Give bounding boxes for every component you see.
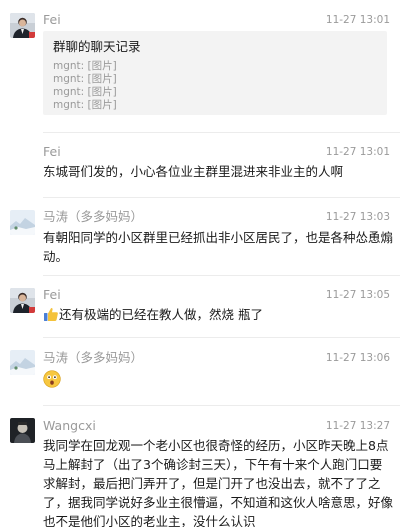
message-time: 11-27 13:01 xyxy=(325,14,390,26)
chat-record-card[interactable]: 群聊的聊天记录 mgnt: [图片] mgnt: [图片] mgnt: [图片]… xyxy=(43,31,387,115)
sender-name[interactable]: 马涛（多多妈妈） xyxy=(43,209,143,225)
message-time: 11-27 13:27 xyxy=(325,420,390,432)
card-line: mgnt: [图片] xyxy=(53,86,117,98)
message-time: 11-27 13:03 xyxy=(325,211,390,223)
astonished-face-icon xyxy=(43,370,61,388)
sender-name[interactable]: Wangcxi xyxy=(43,418,96,434)
message-time: 11-27 13:06 xyxy=(325,352,390,364)
matao-avatar[interactable] xyxy=(10,350,35,375)
wangcxi-avatar[interactable] xyxy=(10,418,35,443)
matao-avatar[interactable] xyxy=(10,210,35,235)
thumbs-up-icon xyxy=(44,308,58,321)
separator xyxy=(43,132,400,133)
separator xyxy=(43,275,400,276)
message-text-row: 还有极端的已经在教人做，然烧 瓶了 xyxy=(43,305,393,324)
message-time: 11-27 13:05 xyxy=(325,289,390,301)
sender-name[interactable]: Fei xyxy=(43,144,61,160)
message-text: 有朝阳同学的小区群里已经抓出非小区居民了，也是各种怂恿煽动。 xyxy=(43,230,394,264)
message-time: 11-27 13:01 xyxy=(325,146,390,158)
sender-name[interactable]: Fei xyxy=(43,12,61,28)
sender-name[interactable]: 马涛（多多妈妈） xyxy=(43,350,143,366)
message-text: 东城哥们发的，小心各位业主群里混进来非业主的人啊 xyxy=(43,164,344,179)
sender-name[interactable]: Fei xyxy=(43,287,61,303)
message-text: 还有极端的已经在教人做，然烧 瓶了 xyxy=(59,307,263,322)
fei-avatar[interactable] xyxy=(10,288,35,313)
separator xyxy=(43,405,400,406)
card-line: mgnt: [图片] xyxy=(53,99,117,111)
separator xyxy=(43,337,400,338)
message-text: 我同学在回龙观一个老小区也很奇怪的经历，小区昨天晚上8点马上解封了（出了3个确诊… xyxy=(43,438,394,527)
message-text-row xyxy=(43,370,393,390)
card-title: 群聊的聊天记录 xyxy=(53,39,141,54)
separator xyxy=(43,197,400,198)
card-line: mgnt: [图片] xyxy=(53,73,117,85)
card-line: mgnt: [图片] xyxy=(53,60,117,72)
fei-avatar[interactable] xyxy=(10,13,35,38)
